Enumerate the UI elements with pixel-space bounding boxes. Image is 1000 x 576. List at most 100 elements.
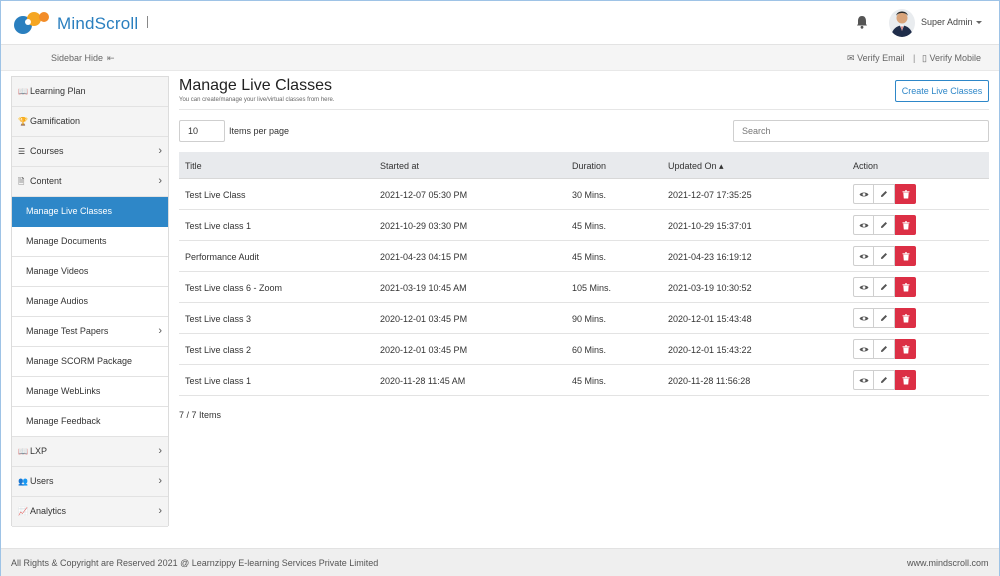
cell-title: Test Live class 1 [185, 376, 252, 386]
edit-button[interactable] [874, 308, 895, 328]
create-live-classes-button[interactable]: Create Live Classes [895, 80, 989, 102]
site-link[interactable]: www.mindscroll.com [907, 558, 989, 568]
user-menu-label[interactable]: Super Admin [921, 17, 973, 27]
sidebar-item-manage-audios[interactable]: Manage Audios [12, 287, 168, 317]
sidebar-item-manage-scorm-package[interactable]: Manage SCORM Package [12, 347, 168, 377]
sidebar-item-manage-test-papers[interactable]: Manage Test Papers › [12, 317, 168, 347]
cell-duration: 105 Mins. [572, 283, 612, 293]
cell-duration: 45 Mins. [572, 221, 607, 231]
sidebar-item-learning-plan[interactable]: 📖 Learning Plan [12, 77, 168, 107]
sidebar-hide-link[interactable]: Sidebar Hide [51, 53, 103, 63]
trash-icon [902, 189, 909, 198]
view-button[interactable] [853, 308, 874, 328]
delete-button[interactable] [895, 277, 916, 297]
caret-down-icon[interactable] [976, 21, 982, 24]
live-classes-table: Title Started at Duration Updated On ▴ A… [179, 152, 989, 396]
row-actions [853, 215, 916, 235]
sidebar-item-label: LXP [30, 446, 48, 456]
sidebar-item-manage-live-classes[interactable]: Manage Live Classes [12, 197, 168, 227]
delete-button[interactable] [895, 246, 916, 266]
cell-title: Test Live Class [185, 190, 246, 200]
trash-icon [902, 220, 909, 229]
eye-icon [859, 377, 868, 383]
sidebar-item-manage-feedback[interactable]: Manage Feedback [12, 407, 168, 437]
view-button[interactable] [853, 277, 874, 297]
sidebar-item-label: Manage Documents [26, 236, 107, 246]
verify-separator: | [913, 53, 916, 63]
cell-started-at: 2021-04-23 04:15 PM [380, 252, 468, 262]
table-row: Test Live class 1 2020-11-28 11:45 AM 45 M… [179, 365, 989, 396]
sidebar-item-content[interactable]: 🗎 Content › [12, 167, 168, 197]
view-button[interactable] [853, 246, 874, 266]
view-button[interactable] [853, 339, 874, 359]
items-per-page-input[interactable]: 10 [179, 120, 225, 142]
cell-started-at: 2020-12-01 03:45 PM [380, 345, 468, 355]
pencil-icon [881, 191, 887, 197]
sidebar-item-manage-videos[interactable]: Manage Videos [12, 257, 168, 287]
verify-email-link[interactable]: ✉ Verify Email [847, 53, 905, 64]
bell-icon[interactable] [856, 15, 868, 29]
edit-button[interactable] [874, 215, 895, 235]
row-actions [853, 184, 916, 204]
chevron-right-icon: › [158, 505, 162, 517]
view-button[interactable] [853, 370, 874, 390]
collapse-left-icon[interactable]: ⇤ [107, 53, 115, 64]
cell-started-at: 2020-12-01 03:45 PM [380, 314, 468, 324]
edit-button[interactable] [874, 370, 895, 390]
sidebar-item-users[interactable]: 👥 Users › [12, 467, 168, 497]
sidebar-item-label: Learning Plan [30, 86, 86, 96]
table-body: Test Live Class 2021-12-07 05:30 PM 30 Min… [179, 179, 989, 396]
sidebar-item-label: Manage Test Papers [26, 326, 109, 336]
sidebar-item-label: Manage Audios [26, 296, 89, 306]
edit-button[interactable] [874, 184, 895, 204]
copyright-text: All Rights & Copyright are Reserved 2021… [11, 558, 379, 568]
column-header-started-at[interactable]: Started at [380, 161, 419, 171]
column-header-updated-on[interactable]: Updated On ▴ [668, 161, 724, 172]
table-row: Test Live class 1 2021-10-29 03:30 PM 45 M… [179, 210, 989, 241]
cell-started-at: 2020-11-28 11:45 AM [380, 376, 466, 386]
column-header-title[interactable]: Title [185, 161, 202, 171]
brand-name[interactable]: MindScroll [57, 14, 138, 34]
edit-button[interactable] [874, 246, 895, 266]
table-row: Test Live class 2 2020-12-01 03:45 PM 60 M… [179, 334, 989, 365]
sidebar-item-label: Analytics [30, 506, 67, 516]
view-button[interactable] [853, 215, 874, 235]
sidebar-item-analytics[interactable]: 📈 Analytics › [12, 497, 168, 527]
edit-button[interactable] [874, 339, 895, 359]
row-actions [853, 246, 916, 266]
cell-duration: 90 Mins. [572, 314, 607, 324]
sidebar: 📖 Learning Plan 🏆 Gamification ☰ Courses › 🗎 Con… [11, 76, 169, 527]
verify-mobile-link[interactable]: ▯ Verify Mobile [922, 53, 981, 64]
sidebar-item-lxp[interactable]: 📖 LXP › [12, 437, 168, 467]
verify-email-label: Verify Email [857, 53, 905, 63]
delete-button[interactable] [895, 308, 916, 328]
view-button[interactable] [853, 184, 874, 204]
edit-button[interactable] [874, 277, 895, 297]
cell-title: Test Live class 1 [185, 221, 252, 231]
delete-button[interactable] [895, 370, 916, 390]
cell-started-at: 2021-10-29 03:30 PM [380, 221, 468, 231]
mindscroll-logo-icon[interactable] [13, 10, 55, 36]
table-header: Title Started at Duration Updated On ▴ A… [179, 152, 989, 179]
trash-icon [902, 344, 909, 353]
delete-button[interactable] [895, 215, 916, 235]
delete-button[interactable] [895, 339, 916, 359]
page-subtitle: You can create/manage your live/virtual … [179, 97, 335, 103]
eye-icon [859, 284, 868, 290]
cell-title: Test Live class 3 [185, 314, 252, 324]
search-input[interactable]: Search [733, 120, 989, 142]
cell-duration: 30 Mins. [572, 190, 607, 200]
cell-duration: 45 Mins. [572, 252, 607, 262]
column-header-duration[interactable]: Duration [572, 161, 606, 171]
sidebar-item-courses[interactable]: ☰ Courses › [12, 137, 168, 167]
sidebar-item-label: Manage WebLinks [26, 386, 101, 396]
list-icon: ☰ [18, 147, 26, 156]
delete-button[interactable] [895, 184, 916, 204]
sidebar-item-manage-weblinks[interactable]: Manage WebLinks [12, 377, 168, 407]
table-row: Test Live class 6 - Zoom 2021-03-19 10:45… [179, 272, 989, 303]
row-actions [853, 277, 916, 297]
sidebar-item-manage-documents[interactable]: Manage Documents [12, 227, 168, 257]
avatar[interactable] [889, 9, 915, 37]
trophy-icon: 🏆 [18, 117, 28, 126]
sidebar-item-gamification[interactable]: 🏆 Gamification [12, 107, 168, 137]
